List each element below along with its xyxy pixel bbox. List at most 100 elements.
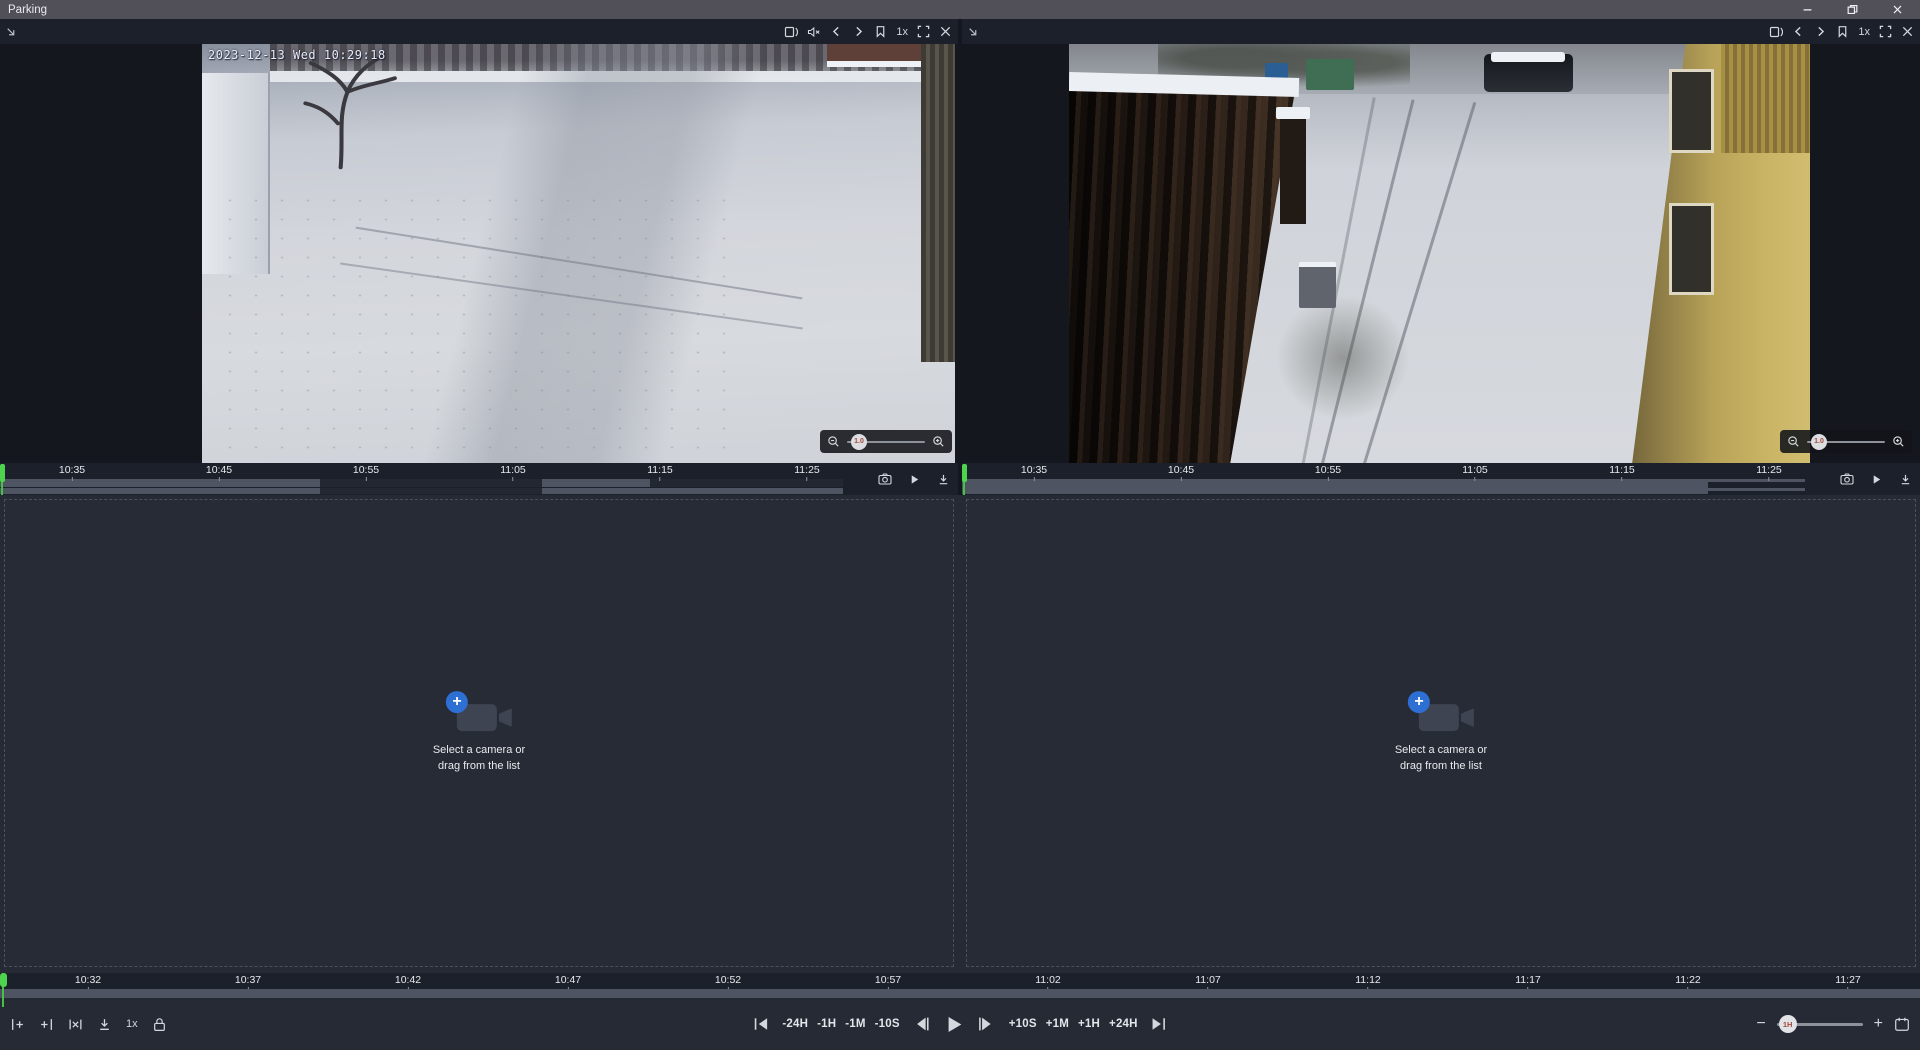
video-row: 2023-12-13 Wed 10:29:18 (0, 44, 1920, 463)
mark-in-icon[interactable] (10, 1017, 25, 1032)
restore-button[interactable] (1830, 0, 1875, 19)
minimize-button[interactable] (1785, 0, 1830, 19)
play-button-icon[interactable] (944, 1014, 965, 1035)
play-icon[interactable] (908, 473, 921, 486)
camera-silhouette-icon: + (1408, 691, 1474, 737)
jump-fwd-10s[interactable]: +10S (1009, 1018, 1037, 1030)
lock-icon[interactable] (152, 1017, 167, 1032)
video-art (1299, 262, 1336, 308)
jump-forward-group: +10S +1M +1H +24H (1009, 1018, 1138, 1030)
timeline-range-slider[interactable]: 1H (1777, 1015, 1863, 1033)
step-back-icon[interactable] (912, 1014, 932, 1034)
add-camera-plus-icon[interactable]: + (446, 691, 468, 713)
empty-slot-row: + Select a camera or drag from the list … (0, 495, 1920, 973)
global-archive-track[interactable] (0, 989, 1920, 998)
bookmark-icon[interactable] (874, 25, 887, 38)
camera1-zoom-knob[interactable]: 1.0 (851, 434, 867, 450)
prev-camera-icon[interactable] (830, 25, 843, 38)
timeline-zoom-out-button[interactable]: − (1756, 1016, 1765, 1032)
placeholder-text-line1: Select a camera or (1395, 743, 1487, 759)
camera1-timeline[interactable]: 10:3510:4510:5511:0511:1511:25 (0, 463, 958, 495)
timeline-zoom-in-button[interactable]: + (1874, 1016, 1883, 1032)
prev-camera-icon[interactable] (1792, 25, 1805, 38)
jump-fwd-1m[interactable]: +1M (1046, 1018, 1069, 1030)
next-camera-icon[interactable] (1814, 25, 1827, 38)
camera1-zoom-slider[interactable]: 1.0 (847, 433, 925, 451)
zoom-in-icon[interactable] (1892, 435, 1905, 448)
single-view-icon[interactable] (784, 25, 798, 39)
camera2-zoom-slider[interactable]: 1.0 (1807, 433, 1885, 451)
empty-camera-slot-1[interactable]: + Select a camera or drag from the list (4, 499, 954, 967)
camera2-video[interactable] (1069, 44, 1810, 463)
minimize-icon (1802, 4, 1813, 15)
camera2-toolbar: 1x (1769, 25, 1920, 39)
camera2-playhead[interactable] (962, 464, 967, 482)
camera2-zoom-knob[interactable]: 1.0 (1811, 434, 1827, 450)
timeline-tick-label: 10:45 (1168, 464, 1194, 481)
play-icon[interactable] (1870, 473, 1883, 486)
next-camera-icon[interactable] (852, 25, 865, 38)
video-art (1276, 295, 1409, 421)
close-icon (1892, 4, 1903, 15)
audio-muted-icon[interactable] (807, 25, 821, 39)
zoom-in-icon[interactable] (932, 435, 945, 448)
add-camera-plus-icon[interactable]: + (1408, 691, 1430, 713)
zoom-out-icon[interactable] (827, 435, 840, 448)
global-playhead[interactable] (0, 973, 7, 987)
calendar-icon[interactable] (1894, 1016, 1910, 1032)
video-art (1306, 59, 1354, 90)
camera1-playhead[interactable] (0, 464, 5, 482)
camera2-speed-label[interactable]: 1x (1858, 26, 1870, 38)
camera1-speed-label[interactable]: 1x (896, 26, 908, 38)
jump-fwd-24h[interactable]: +24H (1109, 1018, 1138, 1030)
resize-handle-icon[interactable] (966, 25, 979, 38)
skip-to-end-icon[interactable] (1150, 1015, 1168, 1033)
close-camera-icon[interactable] (939, 25, 952, 38)
add-camera-placeholder[interactable]: + Select a camera or drag from the list (433, 691, 525, 775)
jump-back-1h[interactable]: -1H (817, 1018, 836, 1030)
skip-to-start-icon[interactable] (752, 1015, 770, 1033)
camera1-video[interactable]: 2023-12-13 Wed 10:29:18 (202, 44, 955, 463)
window-title: Parking (8, 4, 47, 16)
camera-timeline-row: 10:3510:4510:5511:0511:1511:25 10:35 10:4… (0, 463, 1920, 495)
close-camera-icon[interactable] (1901, 25, 1914, 38)
fullscreen-icon[interactable] (917, 25, 930, 38)
snapshot-icon[interactable] (878, 472, 892, 486)
resize-handle-icon[interactable] (4, 25, 17, 38)
snapshot-icon[interactable] (1840, 472, 1854, 486)
timeline-range-knob[interactable]: 1H (1779, 1015, 1797, 1033)
empty-camera-slot-2[interactable]: + Select a camera or drag from the list (966, 499, 1916, 967)
jump-fwd-1h[interactable]: +1H (1078, 1018, 1100, 1030)
video-art (1276, 107, 1309, 119)
playback-controls-group: -24H -1H -1M -10S +10S +1M +1H +24H (752, 998, 1167, 1050)
export-download-icon[interactable] (937, 473, 950, 486)
jump-back-24h[interactable]: -24H (782, 1018, 808, 1030)
timeline-tick-label: 10:55 (353, 464, 379, 481)
global-timeline[interactable]: 10:3210:3710:4210:4710:5210:5711:0211:07… (0, 973, 1920, 998)
application-window: Parking 1x (0, 0, 1920, 1050)
camera2-timeline-actions (1805, 463, 1920, 495)
archive-track[interactable] (962, 479, 1708, 494)
video-art (1280, 115, 1306, 224)
jump-back-10s[interactable]: -10S (875, 1018, 900, 1030)
fullscreen-icon[interactable] (1879, 25, 1892, 38)
mark-out-icon[interactable] (39, 1017, 54, 1032)
timeline-tick-label: 11:05 (500, 464, 526, 481)
window-titlebar: Parking (0, 0, 1920, 19)
bookmark-icon[interactable] (1836, 25, 1849, 38)
jump-back-1m[interactable]: -1M (845, 1018, 865, 1030)
download-archive-icon[interactable] (97, 1017, 112, 1032)
zoom-out-icon[interactable] (1787, 435, 1800, 448)
add-camera-placeholder[interactable]: + Select a camera or drag from the list (1395, 691, 1487, 775)
playback-speed-label[interactable]: 1x (126, 1018, 138, 1030)
step-forward-icon[interactable] (977, 1014, 997, 1034)
single-view-icon[interactable] (1769, 25, 1783, 39)
camera2-timeline[interactable]: 10:3510:4510:5511:0511:1511:25 (962, 463, 1920, 495)
export-download-icon[interactable] (1899, 473, 1912, 486)
camera2-header: 1x (962, 19, 1920, 44)
camera-silhouette-icon: + (446, 691, 512, 737)
timeline-tick-label: 10:35 (59, 464, 85, 481)
close-window-button[interactable] (1875, 0, 1920, 19)
clear-marks-icon[interactable] (68, 1017, 83, 1032)
camera1-timeline-actions (843, 463, 958, 495)
